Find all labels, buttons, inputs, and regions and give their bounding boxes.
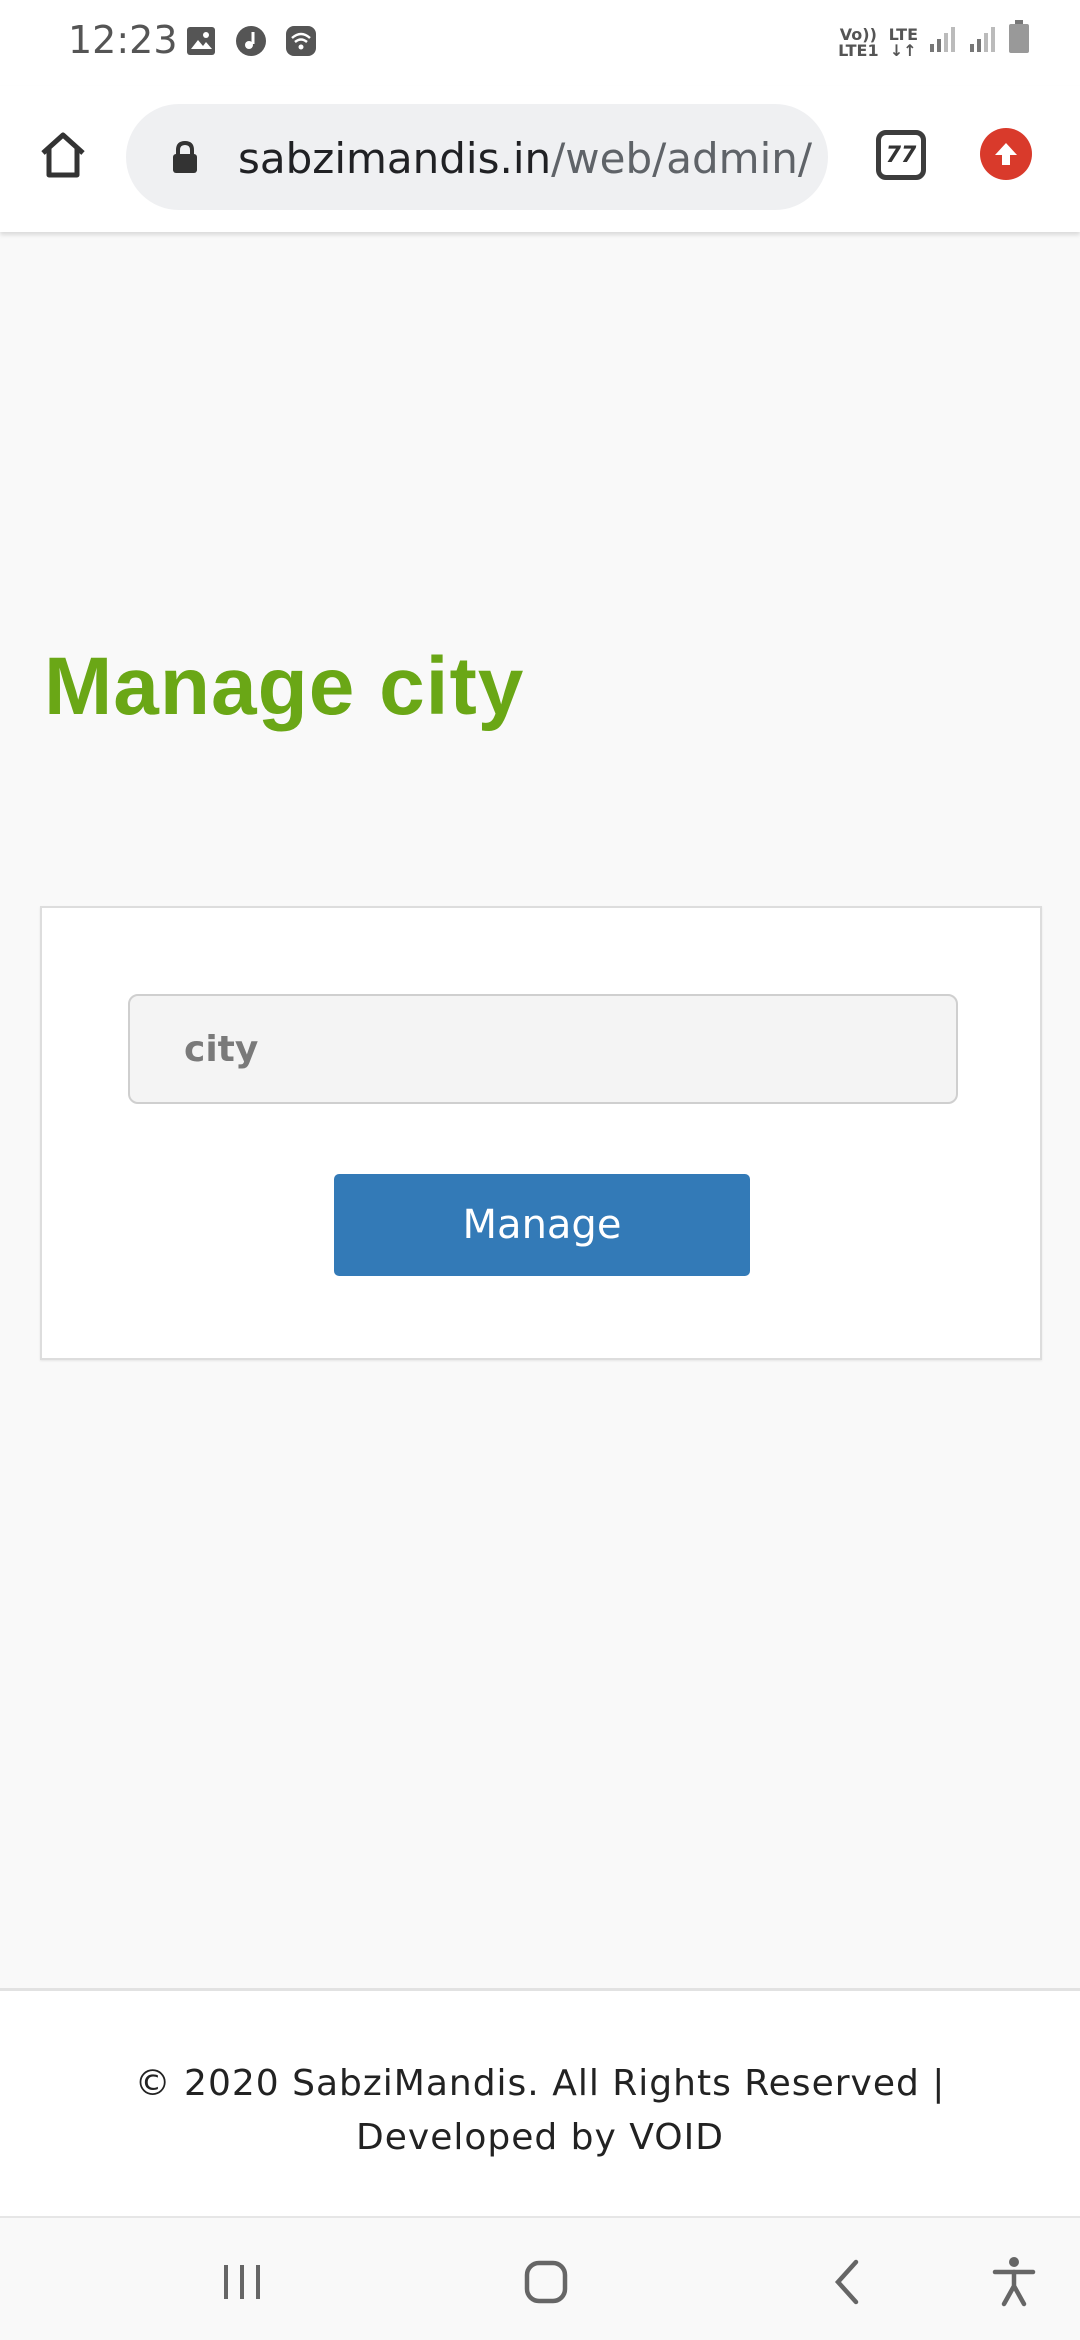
recent-apps-icon bbox=[224, 2265, 260, 2299]
footer-copyright: © 2020 SabziMandis. All Rights Reserved … bbox=[134, 2063, 946, 2158]
back-icon bbox=[834, 2259, 859, 2305]
status-system-icons: Vo)) LTE1 LTE ↓↑ bbox=[838, 20, 1030, 59]
status-bar: 12:23 Vo)) LTE1 LTE ↓↑ bbox=[0, 0, 1080, 86]
url-text: sabzimandis.in/web/admin/ bbox=[238, 134, 812, 183]
signal-icon bbox=[928, 24, 958, 59]
battery-icon bbox=[1008, 20, 1030, 59]
recent-apps-button[interactable] bbox=[212, 2254, 272, 2310]
arrow-up-icon bbox=[995, 143, 1017, 165]
address-bar[interactable]: sabzimandis.in/web/admin/ bbox=[126, 104, 828, 210]
tabs-button[interactable]: 77 bbox=[876, 130, 926, 180]
status-notification-icons bbox=[184, 24, 318, 58]
wifi-icon bbox=[284, 24, 318, 58]
home-nav-icon bbox=[524, 2260, 568, 2304]
back-button[interactable] bbox=[818, 2254, 878, 2310]
music-icon bbox=[234, 24, 268, 58]
url-host: sabzimandis.in bbox=[238, 134, 552, 183]
url-path: /web/admin/ bbox=[551, 134, 813, 183]
home-icon bbox=[41, 132, 85, 178]
lock-icon bbox=[173, 140, 197, 173]
volte-indicator: Vo)) LTE1 bbox=[838, 25, 879, 60]
manage-city-form: Manage bbox=[40, 906, 1042, 1360]
accessibility-button[interactable] bbox=[984, 2254, 1044, 2310]
city-input[interactable] bbox=[128, 994, 958, 1104]
gallery-icon bbox=[184, 24, 218, 58]
signal-icon-2 bbox=[968, 24, 998, 59]
accessibility-icon bbox=[992, 2257, 1036, 2307]
lte-indicator: LTE ↓↑ bbox=[888, 25, 918, 60]
browser-toolbar: sabzimandis.in/web/admin/ 77 bbox=[0, 86, 1080, 232]
system-nav-bar bbox=[0, 2216, 1080, 2340]
update-button[interactable] bbox=[980, 128, 1032, 180]
status-time: 12:23 bbox=[68, 18, 178, 62]
page-title: Manage city bbox=[44, 641, 525, 732]
home-button[interactable] bbox=[30, 122, 96, 188]
manage-button[interactable]: Manage bbox=[334, 1174, 750, 1276]
home-nav-button[interactable] bbox=[516, 2254, 576, 2310]
footer: © 2020 SabziMandis. All Rights Reserved … bbox=[0, 1988, 1080, 2216]
